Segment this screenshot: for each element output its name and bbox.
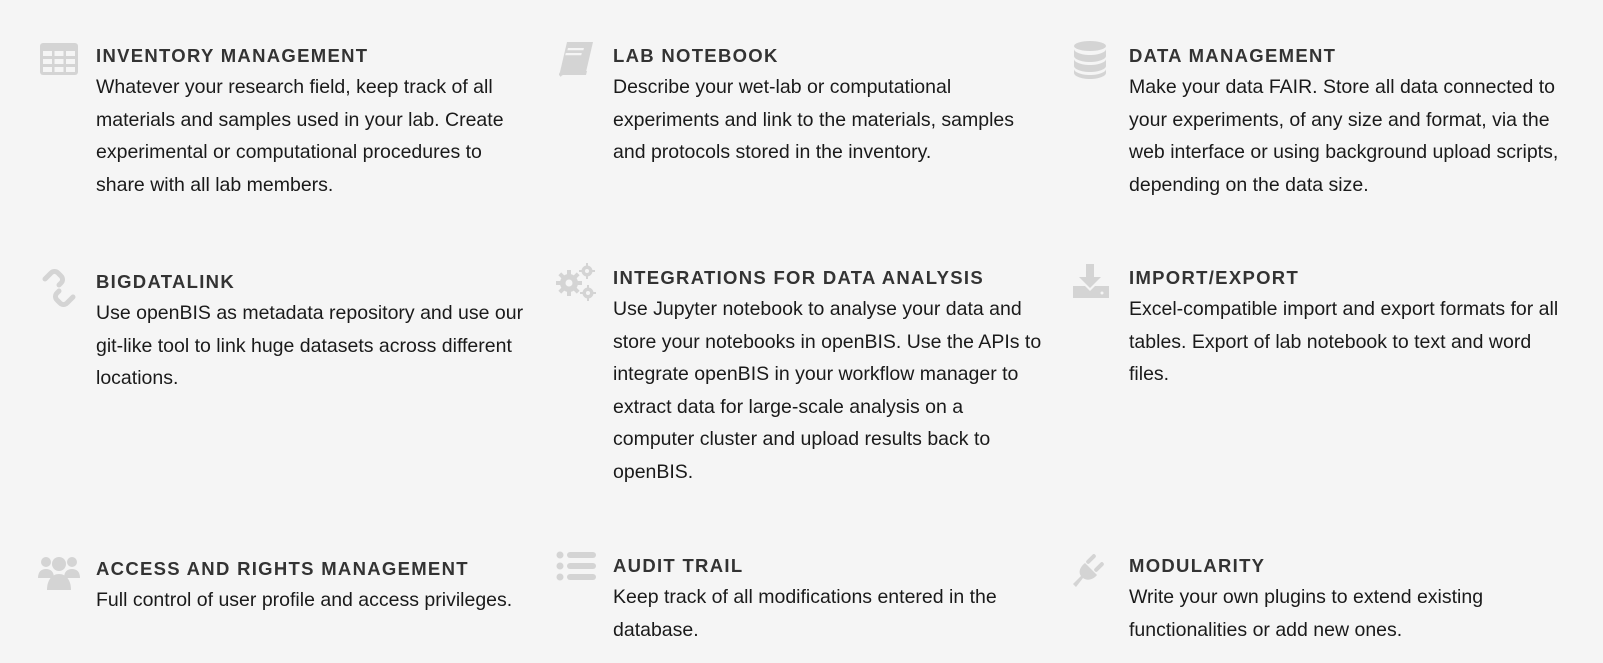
- feature-description: Describe your wet-lab or computational e…: [613, 76, 1015, 163]
- list-icon: [555, 549, 597, 591]
- feature-lab-notebook: LAB NOTEBOOK Describe your wet-lab or co…: [559, 42, 1043, 169]
- feature-data-management: DATA MANAGEMENT Make your data FAIR. Sto…: [1074, 41, 1559, 201]
- feature-title: AUDIT TRAIL: [613, 555, 744, 576]
- feature-bigdatalink: BIGDATALINK Use openBIS as metadata repo…: [42, 269, 526, 395]
- feature-import-export: IMPORT/EXPORT Excel-compatible import an…: [1073, 264, 1559, 391]
- feature-title: IMPORT/EXPORT: [1129, 267, 1300, 288]
- feature-title: INVENTORY MANAGEMENT: [96, 45, 369, 66]
- feature-description: Full control of user profile and access …: [96, 589, 513, 611]
- feature-title: LAB NOTEBOOK: [613, 45, 779, 66]
- feature-audit-trail: AUDIT TRAIL Keep track of all modificati…: [556, 551, 1043, 646]
- feature-integrations-data-analysis: INTEGRATIONS FOR DATA ANALYSIS Use Jupyt…: [556, 263, 1043, 488]
- feature-description: Use openBIS as metadata repository and u…: [96, 302, 524, 389]
- feature-description: Make your data FAIR. Store all data conn…: [1129, 76, 1559, 196]
- feature-description: Excel-compatible import and export forma…: [1129, 298, 1559, 385]
- users-icon: [38, 552, 80, 594]
- feature-title: MODULARITY: [1129, 555, 1266, 576]
- feature-access-rights-management: ACCESS AND RIGHTS MANAGEMENT Full contro…: [38, 557, 526, 617]
- download-icon: [1071, 261, 1113, 303]
- feature-title: ACCESS AND RIGHTS MANAGEMENT: [96, 558, 469, 579]
- feature-inventory-management: INVENTORY MANAGEMENT Whatever your resea…: [40, 43, 526, 201]
- feature-title: INTEGRATIONS FOR DATA ANALYSIS: [613, 267, 984, 288]
- feature-title: BIGDATALINK: [96, 271, 235, 292]
- database-icon: [1071, 39, 1113, 81]
- feature-description: Whatever your research field, keep track…: [96, 76, 504, 196]
- feature-description: Keep track of all modifications entered …: [613, 586, 997, 641]
- table-icon: [38, 39, 80, 81]
- feature-description: Use Jupyter notebook to analyse your dat…: [613, 298, 1042, 483]
- plug-icon: [1071, 549, 1113, 591]
- gears-icon: [555, 261, 597, 303]
- book-icon: [555, 39, 597, 81]
- feature-modularity: MODULARITY Write your own plugins to ext…: [1073, 554, 1559, 646]
- feature-description: Write your own plugins to extend existin…: [1129, 586, 1484, 641]
- link-icon: [38, 265, 80, 307]
- feature-title: DATA MANAGEMENT: [1129, 45, 1337, 66]
